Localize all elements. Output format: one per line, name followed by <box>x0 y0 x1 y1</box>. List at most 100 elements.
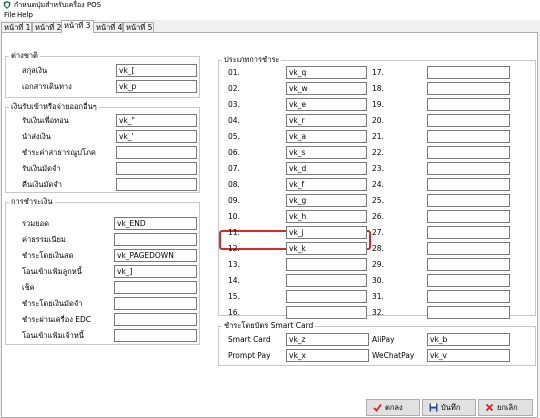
field-label: รับเงินเพื่อทอน <box>22 116 69 125</box>
ok-button-label: ตกลง <box>385 403 403 412</box>
payment-type-key-input[interactable] <box>427 178 510 191</box>
payment-type-key-input[interactable] <box>427 98 510 111</box>
payment-type-key-input[interactable] <box>427 306 510 319</box>
field-label: สกุลเงิน <box>22 66 48 75</box>
field-input[interactable] <box>114 233 197 246</box>
smart-card-input[interactable]: vk_z <box>286 333 369 346</box>
field-label: ค่าธรรมเนียม <box>22 235 66 244</box>
payment-type-key-input[interactable] <box>286 274 367 287</box>
payment-type-key-input[interactable]: vk_k <box>286 242 367 255</box>
payment-type-number: 29. <box>372 260 384 269</box>
alipay-label: AliPay <box>372 335 395 344</box>
payment-type-number: 27. <box>372 228 384 237</box>
payment-type-key-input[interactable]: vk_f <box>286 178 367 191</box>
tab-page-4[interactable]: หน้าที่ 4 <box>93 22 123 32</box>
field-input[interactable] <box>116 162 197 175</box>
payment-type-key-input[interactable]: vk_s <box>286 146 367 159</box>
payment-type-key-input[interactable] <box>427 290 510 303</box>
field-label: คืนเงินมัดจำ <box>22 180 62 189</box>
field-input[interactable]: vk_" <box>116 114 197 127</box>
field-label: รวมยอด <box>22 219 49 228</box>
payment-type-key-input[interactable]: vk_w <box>286 82 367 95</box>
field-input[interactable]: vk_[ <box>116 64 197 77</box>
payment-type-key-input[interactable]: vk_r <box>286 114 367 127</box>
payment-type-key-input[interactable]: vk_q <box>286 66 367 79</box>
payment-type-number: 26. <box>372 212 384 221</box>
field-input[interactable]: vk_' <box>116 130 197 143</box>
field-label: นำส่งเงิน <box>22 132 51 141</box>
tab-page-1[interactable]: หน้าที่ 1 <box>1 22 32 32</box>
payment-type-key-input[interactable] <box>427 146 510 159</box>
payment-type-key-input[interactable] <box>427 66 510 79</box>
prompt-pay-label: Prompt Pay <box>228 351 271 360</box>
field-label: ชำระโดยเงินมัดจำ <box>22 299 83 308</box>
payment-type-number: 22. <box>372 148 384 157</box>
payment-type-key-input[interactable] <box>427 242 510 255</box>
field-input[interactable]: vk_PAGEDOWN <box>114 249 197 262</box>
cancel-button[interactable]: ยกเลิก <box>478 399 533 416</box>
field-label: เอกสารเดินทาง <box>22 82 72 91</box>
field-input[interactable]: vk_END <box>114 217 197 230</box>
group-foreign-title: ต่างชาติ <box>9 51 40 60</box>
payment-type-key-input[interactable] <box>427 194 510 207</box>
field-label: ชำระค่าสาธารณูปโภค <box>22 148 96 157</box>
payment-type-key-input[interactable] <box>286 290 367 303</box>
tab-page-2[interactable]: หน้าที่ 2 <box>32 22 62 32</box>
check-icon <box>373 403 382 412</box>
menu-file[interactable]: File <box>4 10 16 20</box>
payment-type-key-input[interactable] <box>286 258 367 271</box>
payment-type-key-input[interactable] <box>427 162 510 175</box>
save-button-label: บันทึก <box>441 403 461 412</box>
payment-type-key-input[interactable]: vk_j <box>286 226 367 239</box>
payment-type-key-input[interactable] <box>286 306 367 319</box>
payment-type-key-input[interactable] <box>427 258 510 271</box>
field-label: ชำระโดยเงินสด <box>22 251 74 260</box>
payment-type-key-input[interactable]: vk_h <box>286 210 367 223</box>
wechatpay-label: WeChatPay <box>372 351 415 360</box>
payment-type-number: 08. <box>228 180 240 189</box>
save-button[interactable]: บันทึก <box>422 399 476 416</box>
payment-type-key-input[interactable] <box>427 82 510 95</box>
field-input[interactable] <box>114 297 197 310</box>
ok-button[interactable]: ตกลง <box>366 399 420 416</box>
payment-type-key-input[interactable] <box>427 274 510 287</box>
payment-type-number: 04. <box>228 116 240 125</box>
payment-type-number: 25. <box>372 196 384 205</box>
payment-type-key-input[interactable]: vk_d <box>286 162 367 175</box>
payment-type-key-input[interactable] <box>427 210 510 223</box>
menu-help[interactable]: Help <box>17 10 33 20</box>
field-input[interactable] <box>114 329 197 342</box>
payment-type-number: 11. <box>228 228 240 237</box>
payment-type-number: 07. <box>228 164 240 173</box>
payment-type-number: 09. <box>228 196 240 205</box>
payment-type-number: 01. <box>228 68 240 77</box>
payment-type-key-input[interactable] <box>427 114 510 127</box>
field-input[interactable]: vk_] <box>114 265 197 278</box>
payment-type-number: 24. <box>372 180 384 189</box>
payment-type-number: 18. <box>372 84 384 93</box>
app-shield-icon <box>3 1 11 9</box>
group-payment-types-title: ประเภทการชำระ <box>222 55 282 64</box>
field-input[interactable]: vk_p <box>116 80 197 93</box>
alipay-input[interactable]: vk_b <box>427 333 510 346</box>
payment-type-number: 12. <box>228 244 240 253</box>
payment-type-key-input[interactable]: vk_g <box>286 194 367 207</box>
prompt-pay-input[interactable]: vk_x <box>286 349 369 362</box>
payment-type-key-input[interactable]: vk_a <box>286 130 367 143</box>
field-label: โอนเข้าแฟ้มลูกหนี้ <box>22 267 82 276</box>
field-input[interactable] <box>114 281 197 294</box>
payment-type-key-input[interactable] <box>427 226 510 239</box>
field-input[interactable] <box>116 178 197 191</box>
payment-type-key-input[interactable] <box>427 130 510 143</box>
payment-type-number: 21. <box>372 132 384 141</box>
wechatpay-input[interactable]: vk_v <box>427 349 510 362</box>
tab-page-3[interactable]: หน้าที่ 3 <box>61 20 94 33</box>
payment-type-number: 30. <box>372 276 384 285</box>
field-input[interactable] <box>116 146 197 159</box>
group-cash-title: เงินรับเข้าหรือจ่ายออกอื่นๆ <box>9 102 99 111</box>
window-title: กำหนดปุ่มสำหรับเครื่อง POS <box>14 1 102 9</box>
field-input[interactable] <box>114 313 197 326</box>
payment-type-key-input[interactable]: vk_e <box>286 98 367 111</box>
title-bar: กำหนดปุ่มสำหรับเครื่อง POS <box>0 0 540 10</box>
tab-page-5[interactable]: หน้าที่ 5 <box>123 22 154 32</box>
